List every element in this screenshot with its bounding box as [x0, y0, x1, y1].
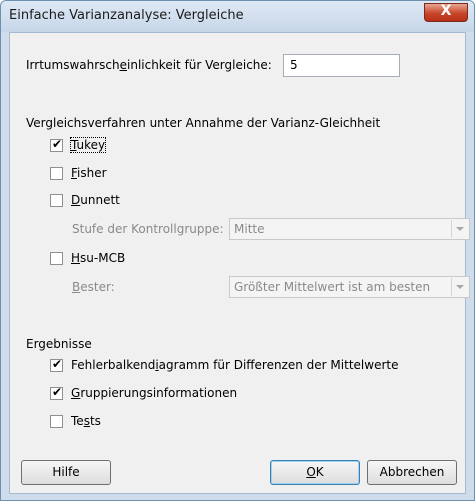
alpha-label: Irrtumswahrscheinlichkeit für Vergleiche… — [26, 58, 272, 72]
tukey-checkbox[interactable]: ✔ — [50, 137, 63, 152]
cancel-button[interactable]: Abbrechen — [367, 460, 457, 485]
title-bar: Einfache Varianzanalyse: Vergleiche X — [1, 1, 474, 32]
results-heading: Ergebnisse — [26, 337, 92, 351]
hsu-mcb-label[interactable]: Hsu-MCB — [71, 251, 125, 265]
ok-button[interactable]: OK — [270, 460, 360, 485]
dialog-client-area: Irrtumswahrscheinlichkeit für Vergleiche… — [9, 32, 470, 494]
fisher-checkbox[interactable] — [50, 167, 63, 180]
alpha-input[interactable]: 5 — [283, 54, 400, 77]
check-icon: ✔ — [52, 357, 63, 371]
grouping-checkbox[interactable]: ✔ — [50, 385, 63, 400]
methods-heading: Vergleichsverfahren unter Annahme der Va… — [26, 116, 381, 130]
best-label: Bester: — [72, 280, 115, 294]
hsu-mcb-checkbox[interactable] — [50, 252, 63, 265]
chevron-down-icon — [451, 278, 468, 296]
grouping-label[interactable]: Gruppierungsinformationen — [71, 386, 237, 400]
check-icon: ✔ — [52, 385, 63, 399]
tests-label[interactable]: Tests — [71, 414, 101, 428]
window-title: Einfache Varianzanalyse: Vergleiche — [9, 8, 244, 23]
close-icon: X — [440, 3, 452, 19]
control-group-label: Stufe der Kontrollgruppe: — [72, 222, 224, 236]
interval-plot-checkbox[interactable]: ✔ — [50, 357, 63, 372]
control-group-select[interactable]: Mitte — [229, 218, 470, 240]
best-select[interactable]: Größter Mittelwert ist am besten — [229, 276, 470, 298]
interval-plot-label[interactable]: Fehlerbalkendiagramm für Differenzen der… — [71, 358, 398, 372]
chevron-down-icon — [451, 220, 468, 238]
dunnett-label[interactable]: Dunnett — [71, 193, 120, 207]
tests-checkbox[interactable] — [50, 415, 63, 428]
fisher-label[interactable]: Fisher — [71, 166, 107, 180]
help-button[interactable]: Hilfe — [21, 460, 111, 485]
close-button[interactable]: X — [424, 3, 468, 22]
tukey-label[interactable]: Tukey — [69, 137, 107, 153]
check-icon: ✔ — [52, 137, 63, 151]
dunnett-checkbox[interactable] — [50, 194, 63, 207]
dialog-window: Einfache Varianzanalyse: Vergleiche X Ir… — [0, 0, 475, 501]
